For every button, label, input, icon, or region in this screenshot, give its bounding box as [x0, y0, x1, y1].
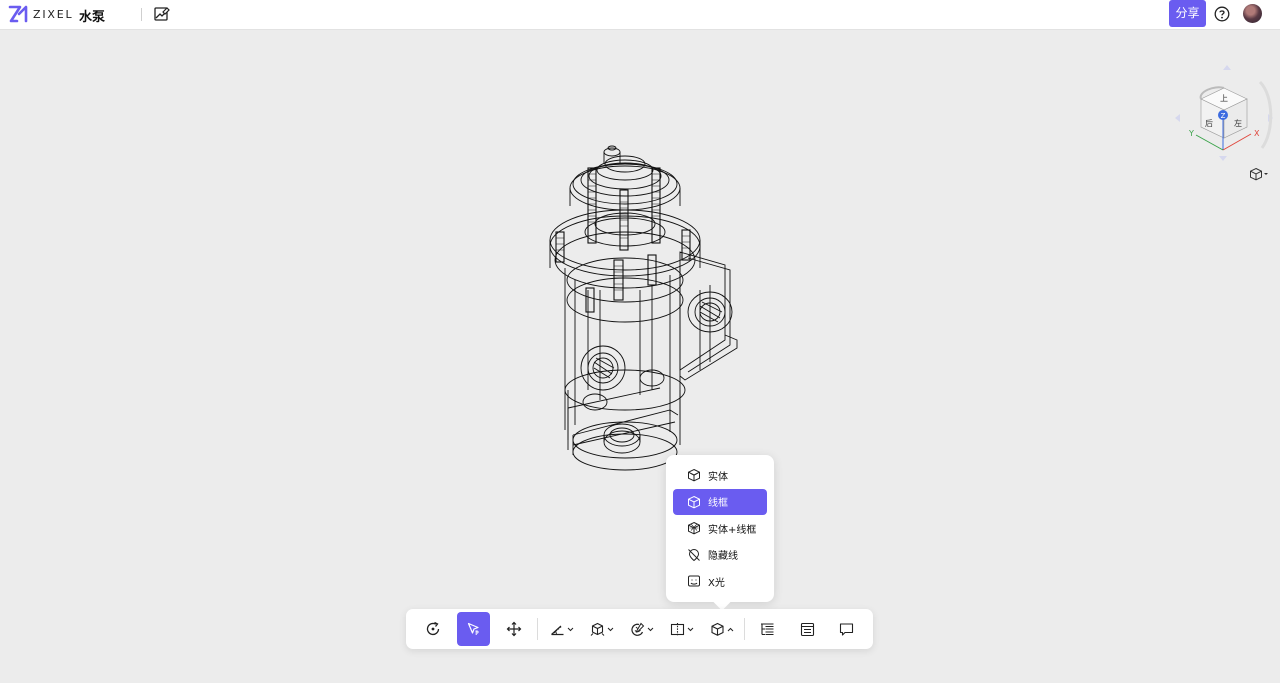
- measure-icon: [551, 625, 564, 635]
- share-button[interactable]: 分享: [1169, 0, 1206, 27]
- model-tree-button[interactable]: [750, 612, 784, 646]
- select-button[interactable]: [457, 612, 490, 646]
- view-cube[interactable]: 上 后 左 Z X Y: [1174, 62, 1274, 162]
- orbit-up-arrow-icon[interactable]: [1223, 65, 1231, 70]
- wireframe-cube-icon: [688, 495, 700, 509]
- cube-face-top-label[interactable]: 上: [1220, 94, 1228, 103]
- axis-z-label: Z: [1221, 112, 1226, 120]
- xray-icon: [688, 575, 700, 587]
- help-icon: [1214, 6, 1230, 22]
- properties-button[interactable]: [790, 612, 824, 646]
- hidden-line-icon: [688, 548, 700, 561]
- menu-item-wireframe[interactable]: 线框: [673, 488, 767, 515]
- menu-item-solid[interactable]: 实体: [673, 462, 767, 489]
- material-button[interactable]: [626, 612, 658, 646]
- document-title: 水泵: [79, 10, 106, 25]
- comments-button[interactable]: [829, 612, 863, 646]
- section-button[interactable]: [666, 612, 698, 646]
- properties-icon: [800, 622, 814, 636]
- menu-item-label: 实体: [708, 471, 728, 483]
- chevron-up-icon: [727, 627, 734, 631]
- rotate-button[interactable]: [416, 612, 450, 646]
- logo[interactable]: ZIXEL: [8, 4, 73, 24]
- view-mode-dropdown[interactable]: [1249, 166, 1271, 182]
- chevron-down-icon: [567, 627, 574, 631]
- user-avatar[interactable]: [1243, 4, 1262, 23]
- explode-icon: [590, 622, 605, 636]
- pump-wireframe-model[interactable]: [540, 140, 745, 475]
- orbit-down-arrow-icon[interactable]: [1219, 156, 1227, 161]
- chevron-down-icon: [607, 627, 614, 631]
- move-icon: [506, 621, 522, 637]
- axis-x-label: X: [1254, 129, 1260, 138]
- solid-cube-icon: [688, 469, 700, 482]
- material-icon: [631, 622, 645, 636]
- edit-image-icon: [154, 7, 170, 21]
- menu-item-label: 实体+线框: [708, 524, 757, 536]
- rotate-icon: [426, 621, 440, 636]
- explode-button[interactable]: [586, 612, 618, 646]
- chevron-down-icon: [647, 627, 654, 631]
- toolbar-divider: [537, 618, 538, 640]
- y-axis-line: [1195, 134, 1224, 151]
- zixel-logo-icon: [8, 5, 28, 23]
- orbit-left-arrow-icon[interactable]: [1175, 114, 1180, 122]
- help-button[interactable]: [1214, 6, 1230, 22]
- cube-icon: [711, 622, 724, 636]
- select-cursor-icon: [467, 622, 479, 635]
- menu-item-label: X光: [708, 577, 725, 589]
- pan-button[interactable]: [497, 612, 531, 646]
- logo-text: ZIXEL: [33, 7, 74, 21]
- display-mode-button[interactable]: [706, 612, 738, 646]
- header-divider: [141, 8, 142, 21]
- section-icon: [670, 622, 685, 636]
- top-bar: ZIXEL 水泵 分享: [0, 0, 1280, 30]
- axis-y-label: Y: [1188, 129, 1194, 138]
- menu-item-label: 线框: [708, 498, 728, 510]
- chevron-down-icon: [687, 627, 694, 631]
- cube-face-front-label[interactable]: 后: [1205, 118, 1213, 128]
- menu-item-solid-wireframe[interactable]: 实体+线框: [673, 515, 767, 542]
- menu-item-xray[interactable]: X光: [673, 568, 767, 595]
- toolbar-divider: [744, 618, 745, 640]
- bottom-toolbar: [406, 609, 873, 649]
- menu-item-label: 隐藏线: [708, 551, 738, 563]
- comment-icon: [839, 622, 853, 636]
- menu-item-hidden-line[interactable]: 隐藏线: [673, 542, 767, 569]
- caret-down-icon: [1264, 173, 1268, 175]
- display-mode-menu: 实体 线框 实体+线框 隐藏线 X光: [666, 455, 774, 602]
- edit-document-button[interactable]: [153, 6, 170, 23]
- solid-wireframe-icon: [688, 522, 700, 535]
- cube-face-right-label[interactable]: 左: [1234, 118, 1242, 128]
- measure-button[interactable]: [546, 612, 578, 646]
- cube-icon: [1250, 167, 1262, 181]
- tree-icon: [760, 622, 773, 635]
